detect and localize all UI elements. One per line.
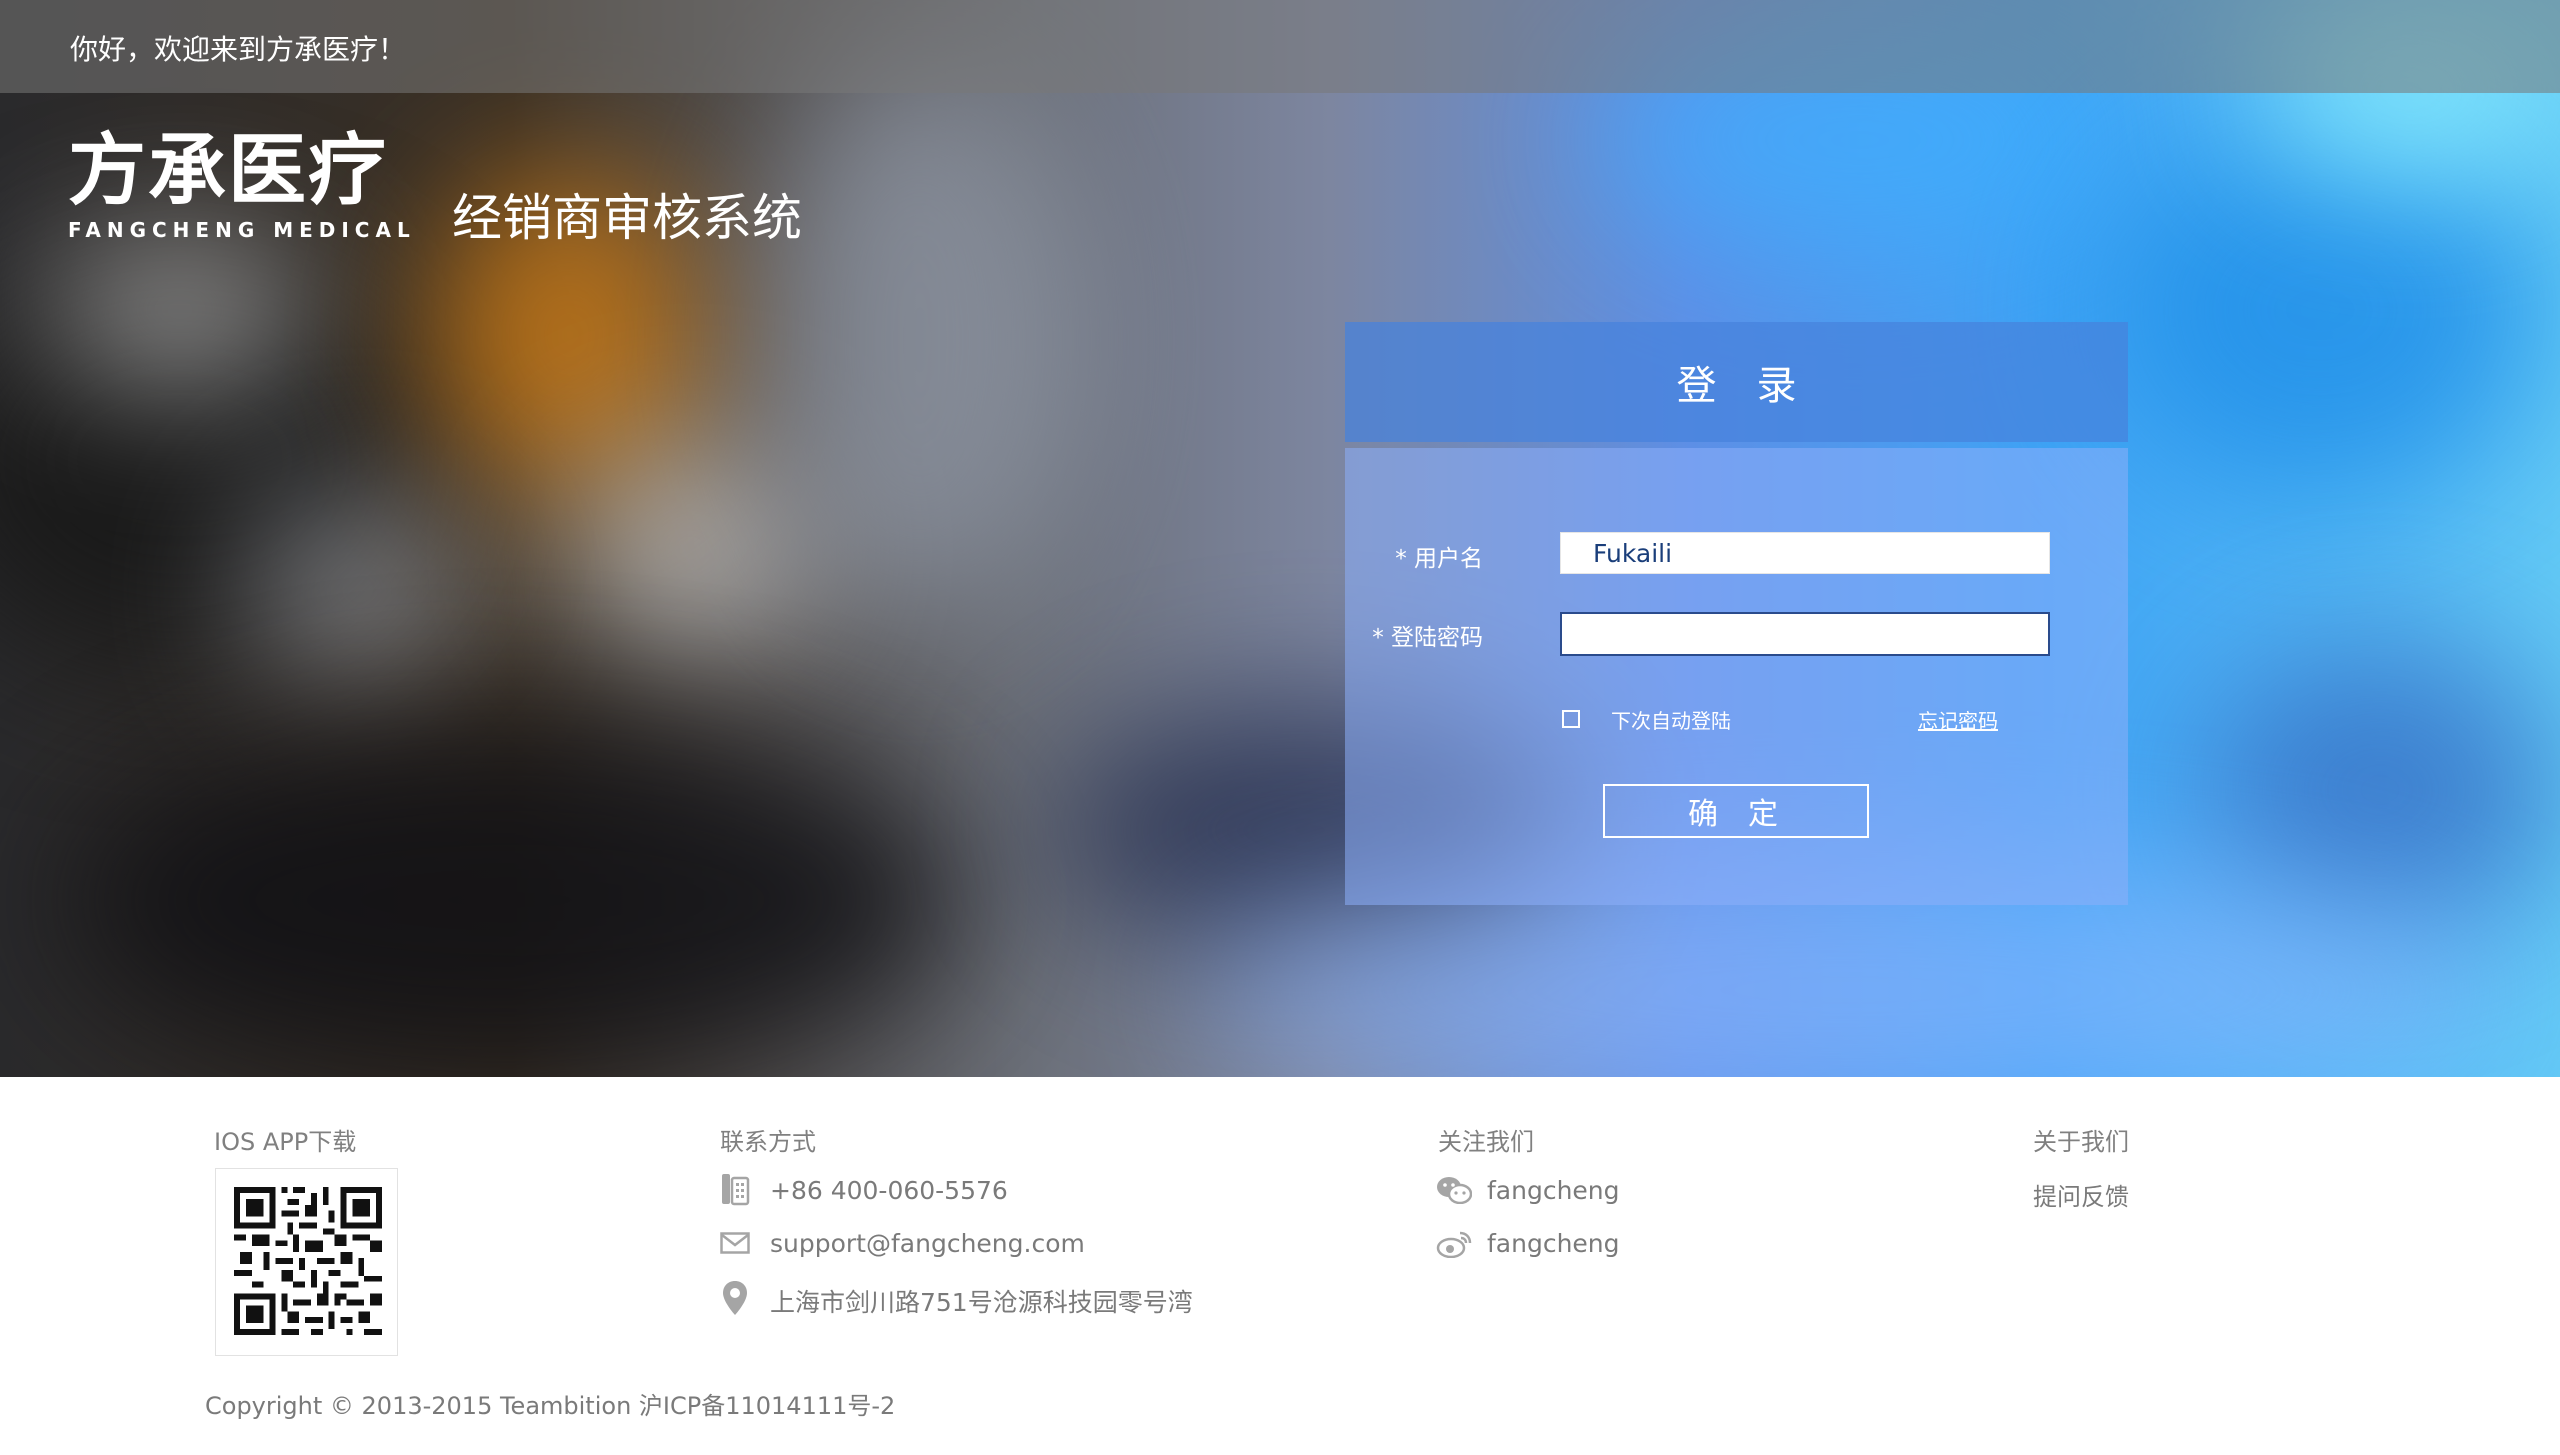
app-download-heading: IOS APP下载 [214,1128,357,1156]
contact-phone: +86 400-060-5576 [770,1176,1008,1205]
wechat-icon [1437,1177,1472,1204]
login-title: 登录 [1676,363,1837,409]
password-label: * 登陆密码 [1372,625,1483,651]
qr-code-image [234,1187,382,1335]
app-qr-code[interactable] [215,1168,398,1356]
contact-heading: 联系方式 [720,1128,816,1156]
login-panel-header: 登录 [1345,322,2128,442]
contact-email[interactable]: support@fangcheng.com [770,1229,1085,1258]
forgot-password-link[interactable]: 忘记密码 [1918,705,1998,734]
wechat-account[interactable]: fangcheng [1487,1176,1620,1205]
contact-address: 上海市剑川路751号沧源科技园零号湾 [770,1288,1193,1317]
remember-me-label[interactable]: 下次自动登陆 [1611,705,1731,734]
follow-heading: 关注我们 [1438,1128,1534,1156]
brand-logo: 方承医疗 FANGCHENG MEDICAL [68,125,416,243]
login-submit-button[interactable]: 确定 [1603,784,1869,838]
top-bar: 你好，欢迎来到方承医疗！ [0,0,2560,93]
username-label: * 用户名 [1395,546,1483,572]
system-title: 经销商审核系统 [452,189,802,247]
remember-me-checkbox[interactable] [1562,710,1580,728]
weibo-icon [1436,1231,1472,1258]
logo-english-name: FANGCHENG MEDICAL [68,218,416,242]
weibo-account[interactable]: fangcheng [1487,1229,1620,1258]
hero-background: 你好，欢迎来到方承医疗！ 方承医疗 FANGCHENG MEDICAL 经销商审… [0,0,2560,1077]
copyright-text: Copyright © 2013-2015 Teambition 沪ICP备11… [205,1392,896,1420]
username-input[interactable] [1560,532,2050,574]
mail-icon [720,1232,750,1254]
feedback-link[interactable]: 提问反馈 [2033,1177,2129,1212]
logo-chinese-name: 方承医疗 [68,125,389,216]
phone-icon [722,1174,750,1206]
greeting-text: 你好，欢迎来到方承医疗！ [70,33,407,66]
password-input[interactable] [1560,612,2050,656]
about-heading[interactable]: 关于我们 [2033,1122,2129,1157]
location-pin-icon [723,1281,747,1315]
